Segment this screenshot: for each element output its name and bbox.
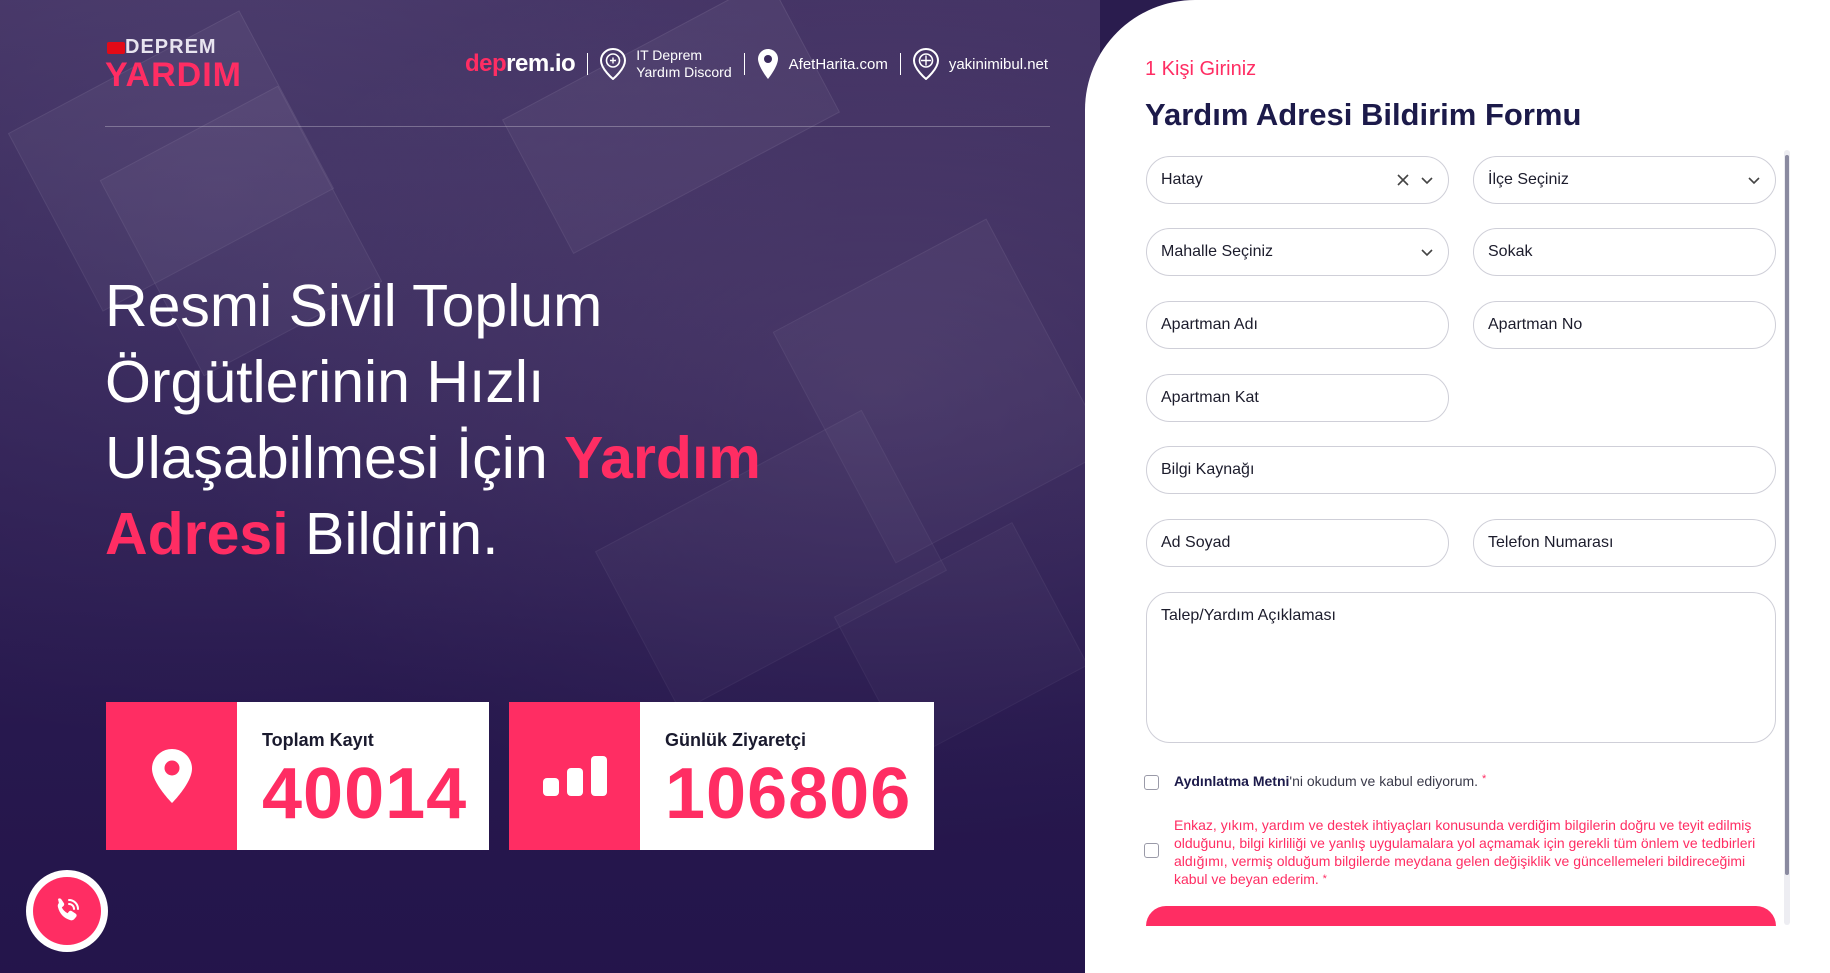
headline-highlight-2: Adresi	[105, 501, 289, 567]
telefon-placeholder: Telefon Numarası	[1488, 534, 1614, 551]
mahalle-select[interactable]: Mahalle Seçiniz	[1146, 228, 1449, 276]
headline-line-4: Bildirin.	[288, 501, 499, 567]
stat-icon-box	[509, 702, 640, 850]
deprem-io-prefix: dep	[465, 50, 507, 77]
sokak-input[interactable]: Sokak	[1473, 228, 1776, 276]
panel-bottom-cover	[1085, 926, 1830, 973]
nav-link-discord[interactable]: IT Deprem Yardım Discord	[600, 47, 732, 81]
chevron-down-icon	[1748, 177, 1760, 185]
mahalle-select-value: Mahalle Seçiniz	[1161, 243, 1274, 260]
stat-value-visitors: 106806	[665, 754, 912, 834]
consent-2-body: Enkaz, yıkım, yardım ve destek ihtiyaçla…	[1174, 817, 1756, 887]
stat-label-total: Toplam Kayıt	[262, 730, 374, 750]
aydinlatma-metni-link[interactable]: Aydınlatma Metni	[1174, 773, 1289, 789]
bilgi-kaynagi-input[interactable]: Bilgi Kaynağı	[1146, 446, 1776, 494]
clear-icon[interactable]	[1396, 173, 1410, 187]
discord-line-2: Yardım Discord	[636, 64, 732, 80]
compass-pin-icon	[912, 48, 939, 80]
deprem-yardim-logo[interactable]: DEPREM YARDIM	[105, 36, 275, 94]
nav-separator	[899, 53, 901, 75]
nav-link-yakinimibul[interactable]: yakinimibul.net	[912, 48, 1049, 80]
apartman-kat-placeholder: Apartman Kat	[1161, 389, 1259, 406]
stat-card-total: Toplam Kayıt 40014	[106, 702, 489, 850]
stat-card-visitors: Günlük Ziyaretçi 106806	[509, 702, 934, 850]
consent-checkbox-2[interactable]	[1144, 843, 1159, 858]
deprem-io-suffix: rem.io	[506, 50, 576, 77]
consent-1-rest: 'ni okudum ve kabul ediyorum.	[1289, 773, 1479, 789]
nav-separator	[743, 53, 745, 75]
telefon-input[interactable]: Telefon Numarası	[1473, 519, 1776, 567]
il-select[interactable]: Hatay	[1146, 156, 1449, 204]
top-nav: deprem.io IT Deprem Yardım Discord AfetHa…	[465, 44, 1048, 84]
stat-icon-box	[106, 702, 237, 850]
required-mark: *	[1481, 773, 1487, 785]
bilgi-kaynagi-placeholder: Bilgi Kaynağı	[1161, 461, 1255, 478]
headline-highlight-1: Yardım	[564, 425, 761, 491]
ilce-select[interactable]: İlçe Seçiniz	[1473, 156, 1776, 204]
submit-button[interactable]	[1146, 906, 1776, 926]
afetharita-label: AfetHarita.com	[788, 55, 888, 73]
phone-call-icon	[57, 898, 79, 921]
location-pin-icon	[151, 749, 192, 803]
il-select-value: Hatay	[1161, 171, 1203, 188]
required-mark: *	[1322, 873, 1327, 885]
call-button[interactable]	[26, 870, 108, 952]
aciklama-placeholder: Talep/Yardım Açıklaması	[1161, 607, 1336, 624]
headline-line-1: Resmi Sivil Toplum	[105, 273, 603, 339]
bar-chart-icon	[542, 756, 607, 796]
turkish-flag-icon	[107, 42, 125, 54]
consent-text-1: Aydınlatma Metni'ni okudum ve kabul ediy…	[1174, 773, 1486, 789]
apartman-no-placeholder: Apartman No	[1488, 316, 1583, 333]
consent-checkbox-1[interactable]	[1144, 775, 1159, 790]
aciklama-textarea[interactable]: Talep/Yardım Açıklaması	[1146, 592, 1776, 743]
nav-separator	[587, 53, 589, 75]
chevron-down-icon	[1421, 249, 1433, 257]
hero-headline: Resmi Sivil Toplum Örgütlerinin Hızlı Ul…	[105, 268, 825, 572]
ilce-select-value: İlçe Seçiniz	[1488, 171, 1569, 188]
scrollbar-thumb[interactable]	[1785, 155, 1789, 875]
stat-value-total: 40014	[262, 754, 468, 834]
stat-label-visitors: Günlük Ziyaretçi	[665, 730, 807, 750]
apartman-adi-placeholder: Apartman Adı	[1161, 316, 1258, 333]
map-pin-icon	[757, 49, 778, 79]
apartman-no-input[interactable]: Apartman No	[1473, 301, 1776, 349]
nav-link-deprem-io[interactable]: deprem.io	[465, 50, 576, 78]
headline-line-3: Ulaşabilmesi İçin	[105, 425, 565, 491]
logo-bottom-text: YARDIM	[105, 56, 242, 94]
header-divider	[105, 126, 1050, 127]
chevron-down-icon[interactable]	[1420, 173, 1434, 187]
sokak-placeholder: Sokak	[1488, 243, 1533, 260]
apartman-kat-input[interactable]: Apartman Kat	[1146, 374, 1449, 422]
form-eyebrow: 1 Kişi Giriniz	[1145, 58, 1257, 80]
nav-link-afetharita[interactable]: AfetHarita.com	[757, 48, 888, 80]
headline-line-2: Örgütlerinin Hızlı	[105, 349, 545, 415]
brain-pin-icon	[600, 48, 627, 80]
form-title: Yardım Adresi Bildirim Formu	[1145, 97, 1582, 132]
apartman-adi-input[interactable]: Apartman Adı	[1146, 301, 1449, 349]
discord-line-1: IT Deprem	[636, 47, 703, 63]
yakinimibul-label: yakinimibul.net	[948, 55, 1049, 73]
ad-soyad-input[interactable]: Ad Soyad	[1146, 519, 1449, 567]
ad-soyad-placeholder: Ad Soyad	[1161, 534, 1231, 551]
consent-text-2: Enkaz, yıkım, yardım ve destek ihtiyaçla…	[1174, 816, 1774, 888]
